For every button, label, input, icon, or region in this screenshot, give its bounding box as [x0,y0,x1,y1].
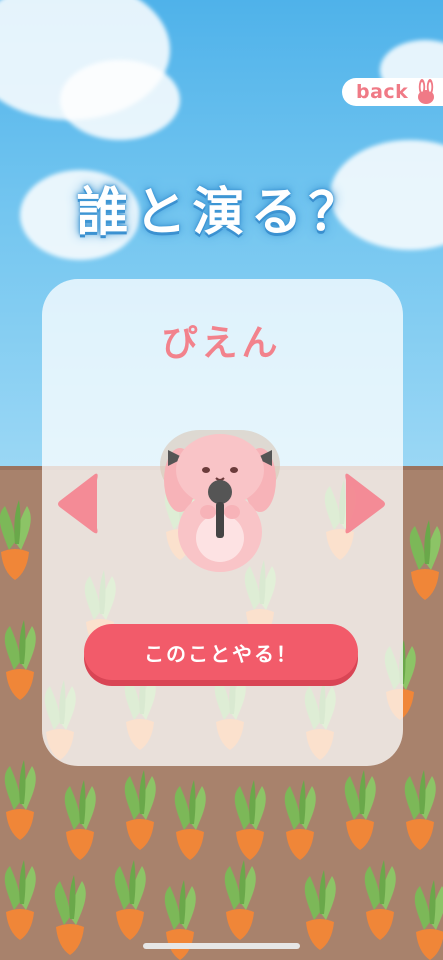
bunny-icon [418,79,434,104]
back-button-label: back [356,81,409,103]
confirm-select-button[interactable]: このことやる！ [84,624,358,680]
home-indicator [143,943,300,949]
back-button[interactable]: back [342,78,443,106]
character-name: ぴえん [161,323,282,364]
bunny-character-icon [160,430,280,572]
arrow-right-icon[interactable] [344,470,388,538]
page-title: 誰と演る？ [76,183,367,243]
arrow-left-icon[interactable] [55,470,99,538]
